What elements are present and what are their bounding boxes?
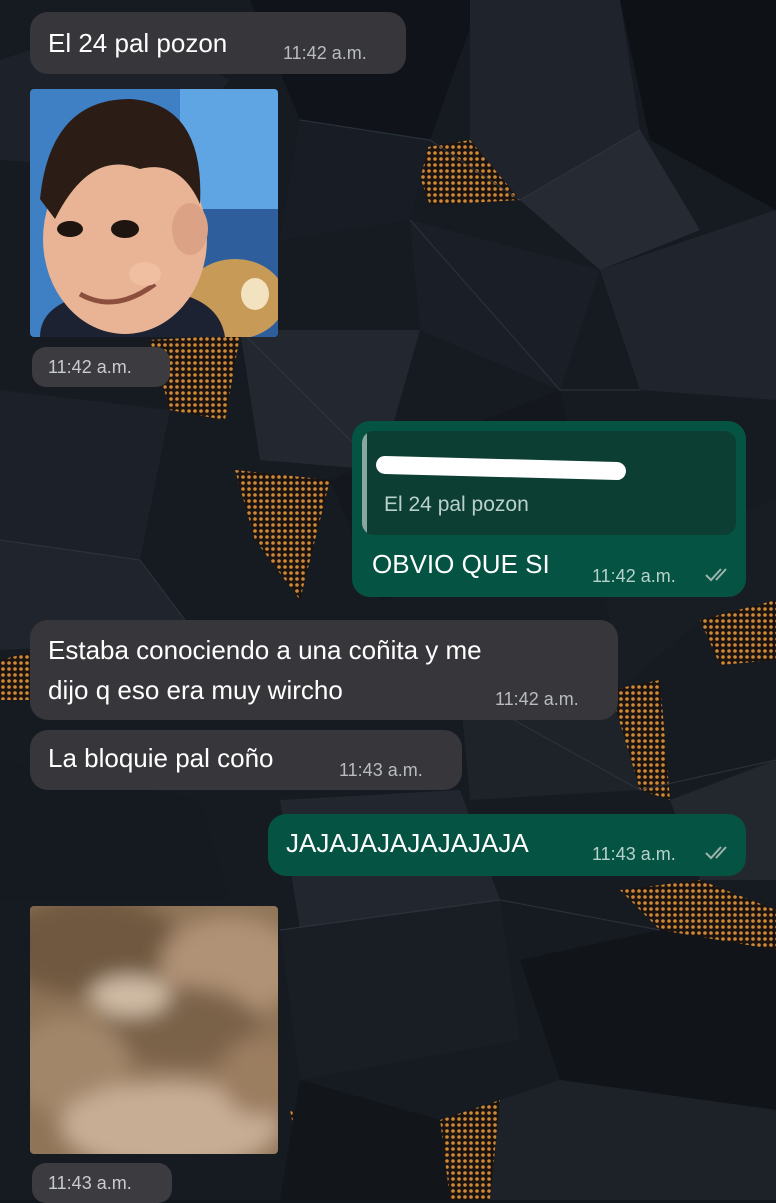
- message-time: 11:43 a.m.: [48, 1173, 132, 1193]
- message-text: OBVIO QUE SI: [372, 549, 550, 579]
- quoted-message[interactable]: El 24 pal pozon: [362, 431, 736, 535]
- message-time: 11:42 a.m.: [48, 357, 132, 377]
- outgoing-message[interactable]: JAJAJAJAJAJAJAJA 11:43 a.m.: [268, 814, 746, 876]
- quoted-text: El 24 pal pozon: [384, 493, 529, 516]
- quote-bar: [362, 431, 367, 535]
- message-text-line-1: Estaba conociendo a una coñita y me: [48, 635, 482, 665]
- double-check-icon: [705, 846, 727, 860]
- image-time-pill: 11:42 a.m.: [32, 347, 170, 387]
- message-time: 11:42 a.m.: [495, 689, 579, 709]
- message-text-line-2: dijo q eso era muy wircho: [48, 675, 343, 705]
- child-photo: [30, 89, 278, 337]
- outgoing-reply-message[interactable]: El 24 pal pozon OBVIO QUE SI 11:42 a.m.: [352, 421, 746, 597]
- incoming-message[interactable]: La bloquie pal coño 11:43 a.m.: [30, 730, 462, 790]
- message-time: 11:43 a.m.: [339, 760, 423, 780]
- incoming-image-message[interactable]: [30, 89, 278, 337]
- message-text: La bloquie pal coño: [48, 743, 274, 773]
- message-text: JAJAJAJAJAJAJAJA: [286, 828, 529, 858]
- double-check-icon: [705, 568, 727, 582]
- message-text: El 24 pal pozon: [48, 28, 228, 58]
- message-time: 11:42 a.m.: [283, 43, 367, 63]
- image-time-pill: 11:43 a.m.: [32, 1163, 172, 1203]
- redacted-sender-name: [375, 455, 627, 481]
- message-time: 11:43 a.m.: [592, 844, 676, 864]
- incoming-message[interactable]: Estaba conociendo a una coñita y me dijo…: [30, 620, 618, 720]
- incoming-message[interactable]: El 24 pal pozon 11:42 a.m.: [30, 12, 406, 74]
- blurry-photo: [30, 906, 278, 1154]
- message-time: 11:42 a.m.: [592, 566, 676, 586]
- incoming-image-message[interactable]: [30, 906, 278, 1154]
